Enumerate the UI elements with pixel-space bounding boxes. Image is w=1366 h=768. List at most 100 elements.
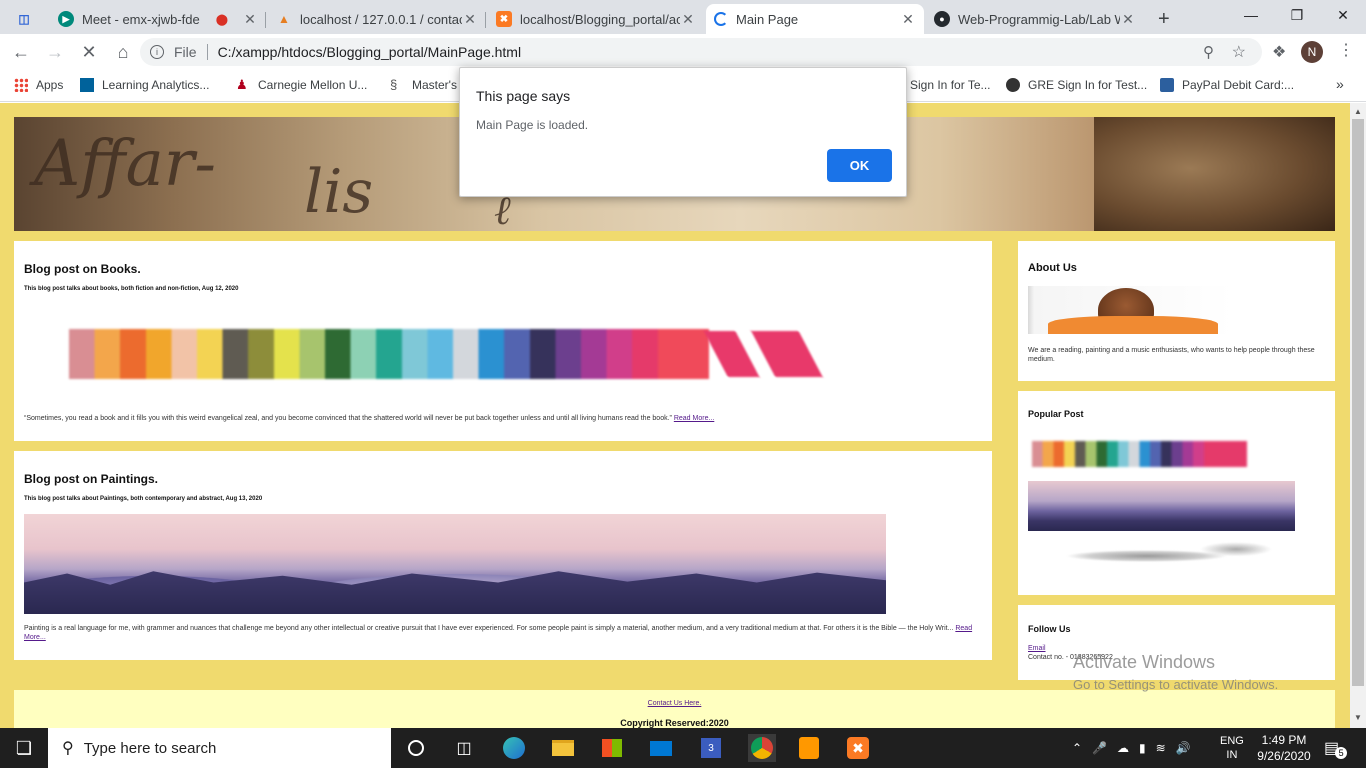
mail-button[interactable]: [649, 736, 673, 760]
books-image: [69, 329, 709, 379]
clock[interactable]: 1:49 PM 9/26/2020: [1254, 728, 1314, 768]
minimize-button[interactable]: —: [1228, 0, 1274, 30]
popular-post-card: Popular Post: [1018, 391, 1335, 595]
scroll-down-icon[interactable]: ▼: [1354, 713, 1362, 722]
close-icon[interactable]: ✕: [680, 11, 696, 28]
menu-icon[interactable]: ⋮: [1338, 40, 1354, 60]
zoom-icon[interactable]: ⚲: [1203, 43, 1214, 61]
microphone-icon[interactable]: 🎤: [1092, 741, 1107, 755]
activate-windows-subtitle: Go to Settings to activate Windows.: [1073, 677, 1279, 692]
ok-button[interactable]: OK: [827, 149, 892, 182]
tab-meet[interactable]: ▶ Meet - emx-xjwb-fde ⬤ ✕: [50, 4, 266, 34]
tab-main-page[interactable]: Main Page ✕: [706, 4, 924, 34]
bookmark-paypal[interactable]: PayPal Debit Card:...: [1160, 78, 1294, 92]
masters-icon: §: [390, 77, 398, 92]
start-button[interactable]: ❏: [12, 736, 36, 760]
page-footer: Contact Us Here. Copyright Reserved:2020: [14, 690, 1335, 728]
address-bar[interactable]: i File C:/xampp/htdocs/Blogging_portal/M…: [140, 38, 1262, 66]
tab-phpmyadmin[interactable]: ▲ localhost / 127.0.0.1 / contact ✕: [268, 4, 486, 34]
dialog-title: This page says: [476, 88, 571, 104]
edge-button[interactable]: [502, 736, 526, 760]
scrollbar-thumb[interactable]: [1352, 119, 1364, 686]
github-icon: ●: [934, 11, 950, 27]
phpmyadmin-icon: ▲: [278, 12, 290, 26]
onedrive-icon[interactable]: ☁: [1117, 741, 1129, 755]
info-icon: i: [150, 45, 164, 59]
task-view-button[interactable]: ◫: [452, 736, 476, 760]
post-subtitle: This blog post talks about books, both f…: [24, 286, 239, 292]
store-icon: [602, 739, 622, 757]
post-title: Blog post on Books.: [24, 262, 141, 276]
about-text: We are a reading, painting and a music e…: [1028, 347, 1315, 363]
recording-icon: ⬤: [215, 13, 228, 26]
windows-logo-icon: ❏: [15, 737, 33, 758]
read-more-link[interactable]: Read More...: [674, 415, 714, 422]
minimize-icon: —: [1244, 7, 1258, 23]
post-excerpt: Painting is a real language for me, with…: [24, 625, 973, 641]
home-button[interactable]: ⌂: [108, 37, 138, 67]
back-button[interactable]: ←: [6, 37, 36, 67]
page-scrollbar[interactable]: ▲ ▼: [1350, 103, 1366, 728]
mountains-painting-image: [24, 514, 886, 614]
home-icon: ⌂: [117, 41, 129, 62]
store-button[interactable]: [600, 736, 624, 760]
chrome-button[interactable]: [748, 734, 776, 762]
about-title: About Us: [1028, 262, 1077, 274]
battery-icon[interactable]: ▮: [1139, 741, 1146, 755]
action-center-button[interactable]: ▤ 5: [1324, 728, 1348, 768]
stop-button[interactable]: ✕: [74, 37, 104, 67]
bookmark-masters[interactable]: § Master's: [390, 77, 457, 93]
close-icon[interactable]: ✕: [900, 11, 916, 28]
toolbar: ← → ✕ ⌂ i File C:/xampp/htdocs/Blogging_…: [0, 34, 1366, 70]
new-tab-button[interactable]: +: [1150, 4, 1180, 34]
forward-arrow-icon: →: [46, 41, 64, 62]
taskbar-search[interactable]: ⚲ Type here to search: [48, 728, 391, 768]
post-subtitle: This blog post talks about Paintings, bo…: [24, 496, 263, 502]
folder-icon: [552, 740, 574, 756]
volume-icon[interactable]: 🔊: [1176, 741, 1191, 755]
notification-count: 5: [1335, 747, 1348, 759]
maximize-button[interactable]: ❐: [1274, 0, 1320, 30]
close-icon[interactable]: ✕: [1120, 11, 1136, 28]
avatar[interactable]: N: [1301, 41, 1323, 63]
email-link[interactable]: Email: [1028, 645, 1046, 652]
tab-blogging-portal[interactable]: ✖ localhost/Blogging_portal/act ✕: [488, 4, 704, 34]
close-icon: ✕: [81, 41, 97, 62]
close-icon[interactable]: ✕: [462, 11, 478, 28]
show-hidden-icons[interactable]: ⌃: [1072, 741, 1082, 755]
tab-strip: ◫ ▶ Meet - emx-xjwb-fde ⬤ ✕ ▲ localhost …: [0, 0, 1366, 34]
sublime-button[interactable]: [797, 736, 821, 760]
file-explorer-button[interactable]: [551, 736, 575, 760]
restore-icon: ❐: [1290, 6, 1304, 23]
bookmark-carnegie-mellon[interactable]: ♟ Carnegie Mellon U...: [236, 78, 367, 93]
edge-icon: [503, 737, 525, 759]
bookmark-sign-in[interactable]: Sign In for Te...: [910, 78, 991, 92]
tab-extension[interactable]: ◫: [8, 4, 50, 34]
language-indicator[interactable]: ENG IN: [1220, 728, 1244, 768]
popular-books-thumbnail[interactable]: [1032, 441, 1247, 467]
blog-post-books: Blog post on Books. This blog post talks…: [14, 241, 992, 441]
scroll-up-icon[interactable]: ▲: [1354, 107, 1362, 116]
xampp-button[interactable]: ✖: [846, 736, 870, 760]
url-text: C:/xampp/htdocs/Blogging_portal/MainPage…: [217, 44, 522, 60]
popular-painting-thumbnail[interactable]: [1028, 481, 1295, 531]
tab-github[interactable]: ● Web-Programmig-Lab/Lab W ✕: [926, 4, 1144, 34]
cortana-button[interactable]: [404, 736, 428, 760]
popular-sketch-thumbnail[interactable]: [1032, 539, 1287, 573]
bookmark-apps[interactable]: Apps: [14, 78, 63, 92]
close-icon[interactable]: ✕: [242, 11, 258, 28]
more-bookmarks-icon[interactable]: »: [1336, 76, 1344, 92]
bookmark-star-icon[interactable]: ☆: [1232, 42, 1246, 62]
close-window-button[interactable]: ✕: [1320, 0, 1366, 30]
system-tray: ⌃ 🎤 ☁ ▮ ≋ 🔊: [1072, 728, 1191, 768]
bookmark-learning-analytics[interactable]: Learning Analytics...: [80, 78, 209, 92]
wifi-icon[interactable]: ≋: [1156, 741, 1166, 755]
bookmark-gre[interactable]: GRE Sign In for Test...: [1006, 78, 1147, 92]
back-arrow-icon: ←: [12, 41, 30, 62]
calendar-button[interactable]: 3: [699, 736, 723, 760]
about-us-image: [1028, 286, 1233, 334]
forward-button[interactable]: →: [40, 37, 70, 67]
xampp-icon: ✖: [847, 737, 869, 759]
extensions-icon[interactable]: ❖: [1272, 42, 1286, 62]
contact-us-link[interactable]: Contact Us Here.: [14, 700, 1335, 707]
